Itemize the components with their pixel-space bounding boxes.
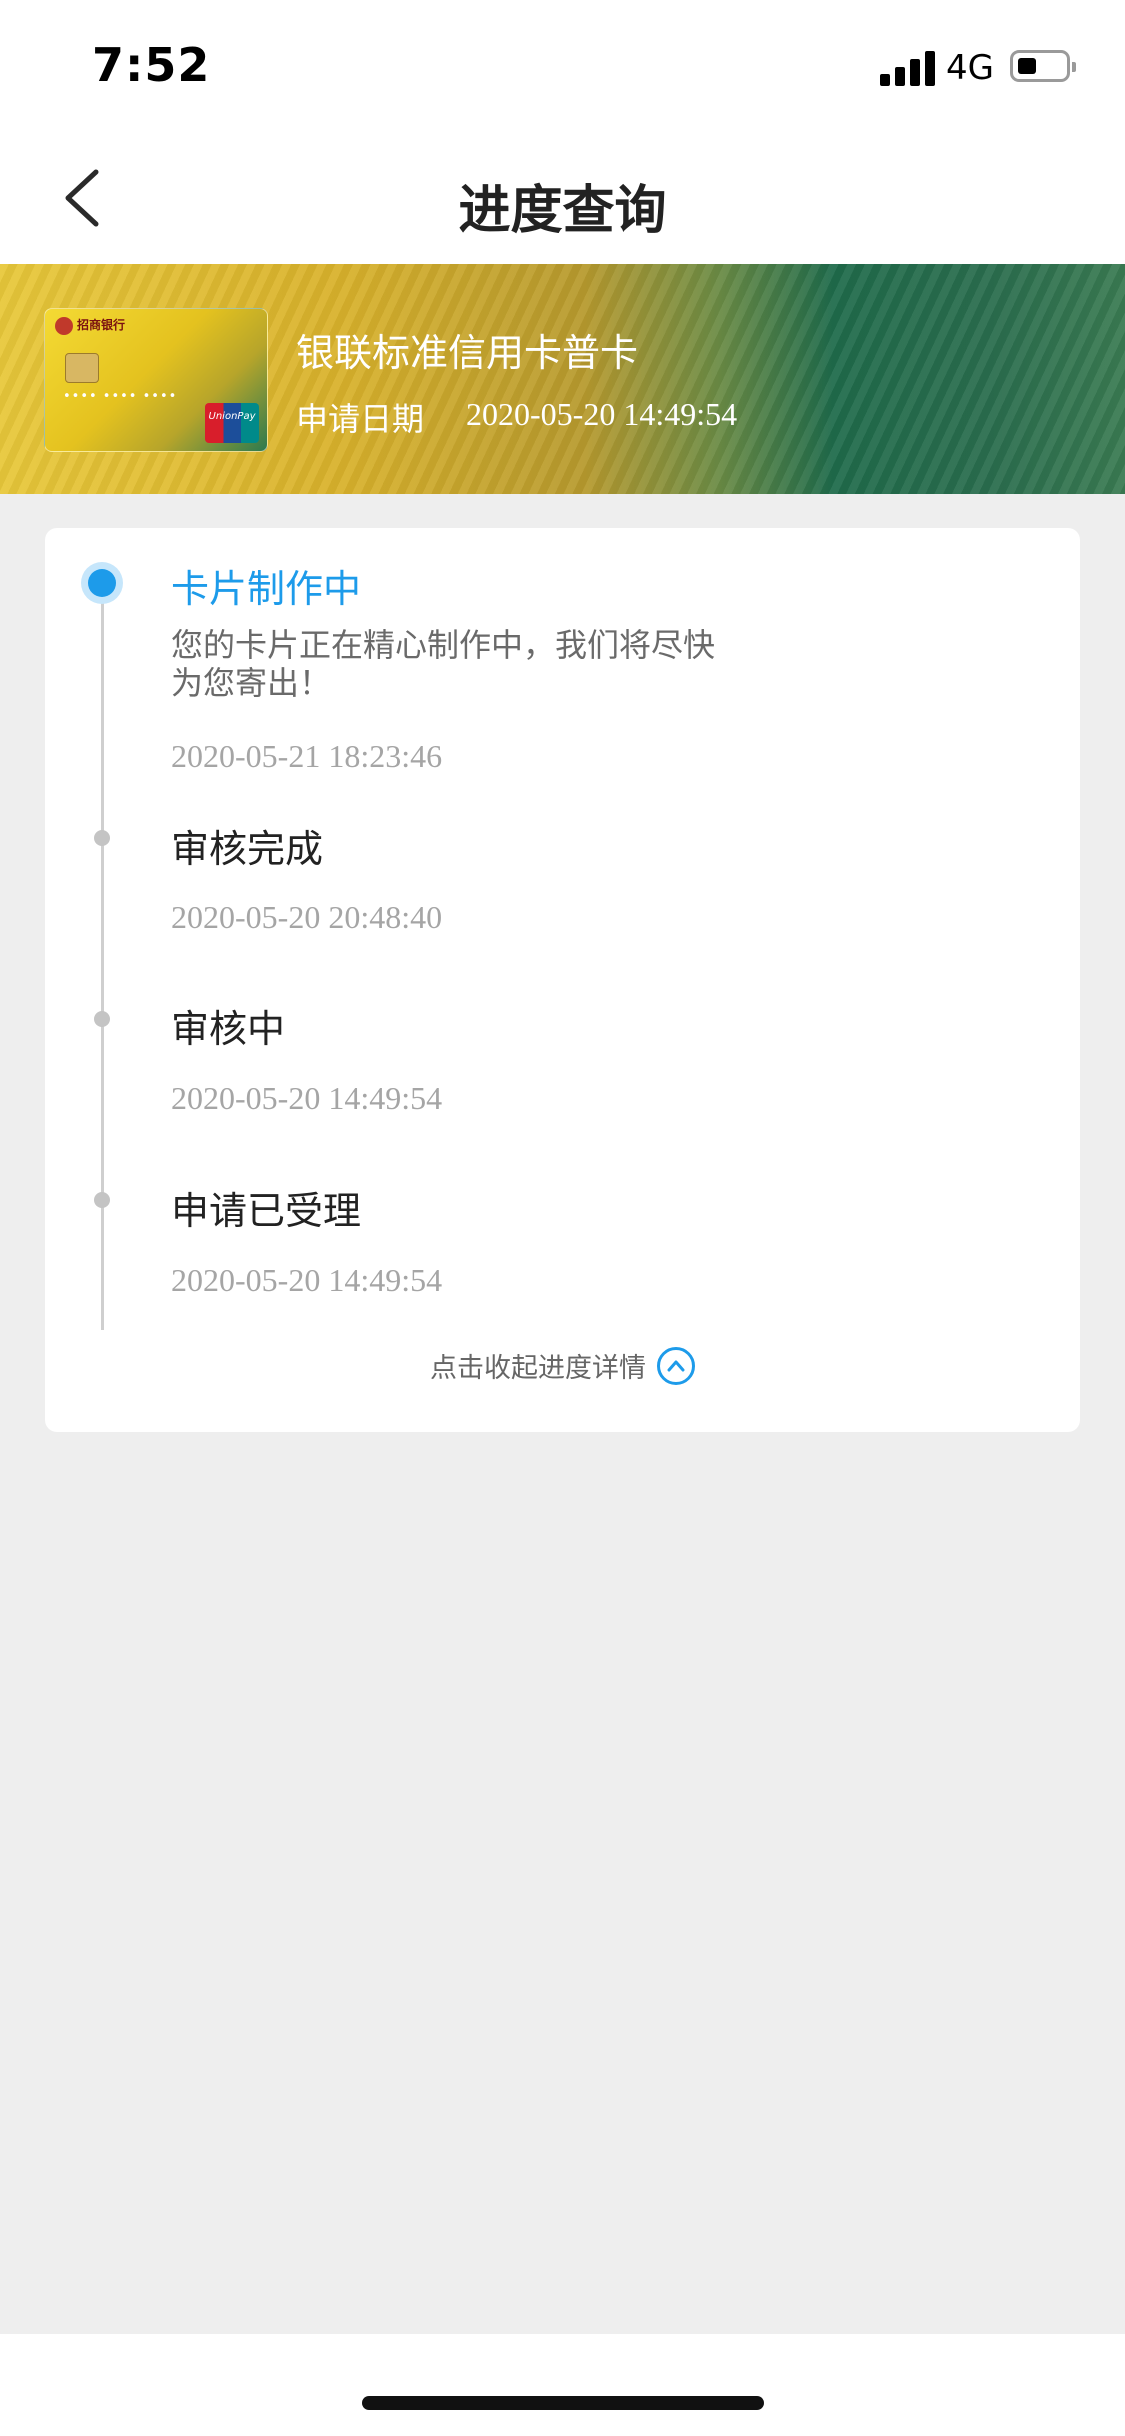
signal-icon — [880, 50, 936, 86]
step-time: 2020-05-21 18:23:46 — [171, 738, 443, 774]
collapse-progress-label: 点击收起进度详情 — [429, 1353, 646, 1384]
step-title-review-done: 审核完成 — [171, 827, 324, 871]
timeline-line — [101, 586, 104, 1330]
card-banner: 招商银行 •••• •••• •••• UnionPay 银联标准信用卡普卡 申… — [0, 264, 1125, 494]
timeline-dot — [94, 1192, 110, 1208]
step-description: 您的卡片正在精心制作中，我们将尽快为您寄出！ — [171, 626, 716, 702]
chevron-up-circle-icon — [657, 1346, 696, 1385]
page-title: 进度查询 — [458, 181, 667, 241]
timeline-dot — [94, 830, 110, 846]
card-product-name: 银联标准信用卡普卡 — [296, 331, 639, 375]
unionpay-logo-icon: UnionPay — [205, 403, 259, 443]
status-bar: 7:52 4G — [0, 0, 1125, 132]
card-bank-name: 招商银行 — [77, 318, 126, 332]
card-number-graphic: •••• •••• •••• — [63, 389, 178, 404]
home-area — [0, 2334, 1125, 2436]
apply-date-value: 2020-05-20 14:49:54 — [466, 396, 738, 432]
step-title-card-making: 卡片制作中 — [171, 567, 362, 611]
apply-date-label: 申请日期 — [296, 400, 425, 438]
battery-icon — [1010, 50, 1076, 82]
card-image: 招商银行 •••• •••• •••• UnionPay — [44, 308, 268, 452]
bank-logo-icon — [55, 317, 73, 335]
status-time: 7:52 — [92, 38, 211, 92]
timeline-dot-active — [81, 562, 123, 604]
step-time: 2020-05-20 20:48:40 — [171, 899, 443, 935]
step-time: 2020-05-20 14:49:54 — [171, 1080, 443, 1116]
timeline-dot — [94, 1011, 110, 1027]
progress-card: 卡片制作中 您的卡片正在精心制作中，我们将尽快为您寄出！ 2020-05-21 … — [45, 528, 1080, 1432]
collapse-progress-button[interactable]: 点击收起进度详情 — [45, 1346, 1080, 1406]
step-title-accepted: 申请已受理 — [171, 1189, 362, 1233]
nav-bar: 进度查询 — [0, 132, 1125, 264]
home-indicator[interactable] — [362, 2396, 764, 2410]
card-chip-icon — [65, 353, 99, 383]
network-type: 4G — [946, 48, 994, 88]
step-time: 2020-05-20 14:49:54 — [171, 1262, 443, 1298]
step-title-reviewing: 审核中 — [171, 1007, 286, 1051]
